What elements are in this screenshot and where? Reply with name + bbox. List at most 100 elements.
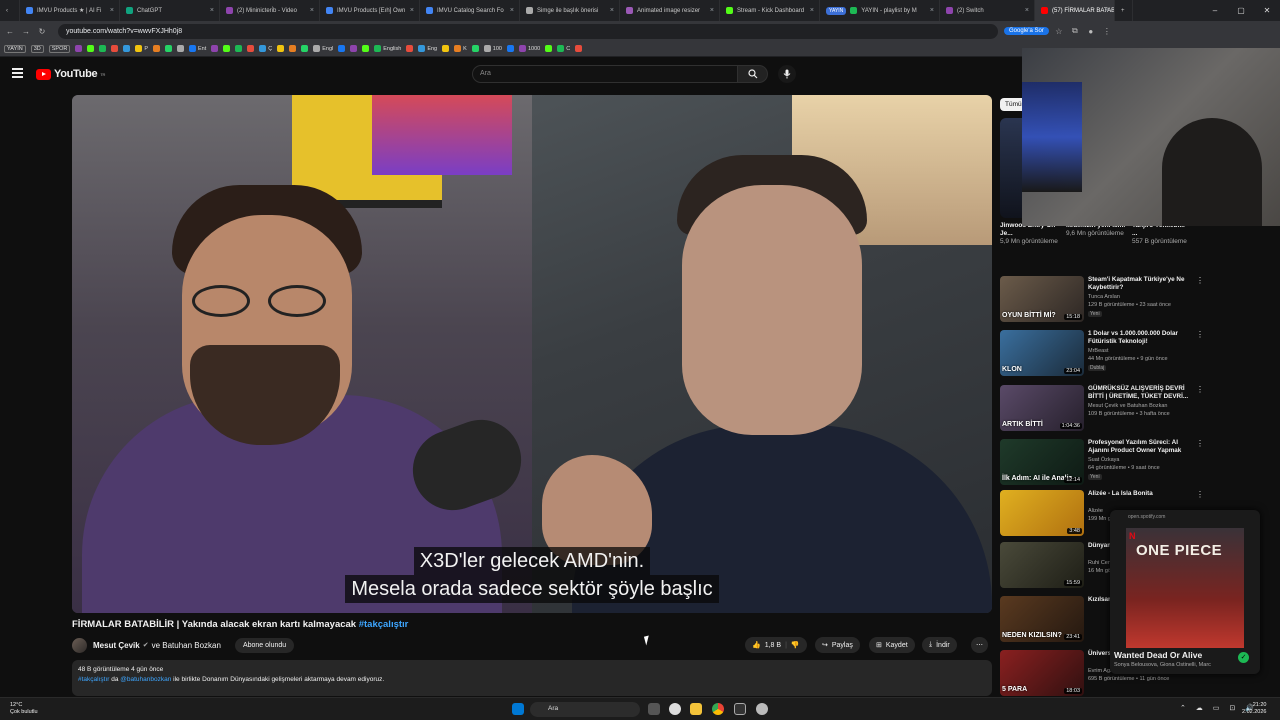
channel-collab[interactable]: ve Batuhan Bozkan xyxy=(152,641,221,650)
bookmark-icon[interactable] xyxy=(223,45,231,52)
youtube-logo[interactable]: YouTube TR xyxy=(36,68,105,80)
kebab-menu-icon[interactable]: ⋮ xyxy=(1196,490,1204,499)
maximize-icon[interactable]: ▢ xyxy=(1228,6,1254,15)
browser-tab[interactable]: (2) Mininicteri̇b - Video × xyxy=(220,0,320,21)
bookmark-icon[interactable] xyxy=(575,45,583,52)
save-button[interactable]: ⊞ Kaydet xyxy=(869,637,915,653)
channel-name[interactable]: Alizée xyxy=(1088,508,1103,514)
channel-avatar[interactable] xyxy=(72,637,87,653)
bookmark-icon[interactable]: 1000 xyxy=(518,45,540,52)
browser-tab[interactable]: ChatGPT × xyxy=(120,0,220,21)
video-thumbnail[interactable]: ARTIK BİTTİ 1:04:36 xyxy=(1000,385,1084,431)
close-window-icon[interactable]: ✕ xyxy=(1254,6,1280,15)
tab-close-icon[interactable]: × xyxy=(510,7,514,14)
channel-name[interactable]: Evrim Agı xyxy=(1088,668,1112,674)
minimize-icon[interactable]: – xyxy=(1202,6,1228,15)
app-icon[interactable] xyxy=(734,703,746,715)
back-icon[interactable]: ← xyxy=(4,27,16,36)
clock[interactable]: 21:20 2.02.2026 xyxy=(1242,702,1266,716)
channel-name[interactable]: Suat Özkaya xyxy=(1088,457,1120,463)
browser-tab[interactable]: (2) Switch × xyxy=(940,0,1035,21)
tab-group-tag[interactable]: YAYIN xyxy=(826,6,847,15)
recommended-video[interactable]: İlk Adım: AI ile Analiz 12:14 Profesyonel … xyxy=(1000,439,1210,487)
bookmark-icon[interactable] xyxy=(289,45,297,52)
more-actions-button[interactable]: ⋯ xyxy=(971,637,988,653)
bookmark-folder[interactable]: YAYIN xyxy=(4,44,26,53)
saved-check-icon[interactable]: ✓ xyxy=(1238,652,1249,663)
url-bar[interactable]: youtube.com/watch?v=wwvFXJHh0j8 xyxy=(58,23,998,39)
bookmark-icon[interactable]: English xyxy=(374,45,401,52)
bookmark-icon[interactable] xyxy=(338,45,346,52)
bookmark-icon[interactable] xyxy=(153,45,160,52)
video-title-link[interactable]: Profesyonel Yazılım Süreci: AI Ajanını P… xyxy=(1088,439,1200,455)
tab-close-icon[interactable]: × xyxy=(610,7,614,14)
video-player[interactable]: X3D'ler gelecek AMD'nin. Mesela orada sa… xyxy=(72,95,992,613)
kebab-menu-icon[interactable]: ⋮ xyxy=(1196,276,1204,285)
bookmark-icon[interactable] xyxy=(111,45,119,52)
description-box[interactable]: 48 B görüntüleme 4 gün önce #takçalıştır… xyxy=(72,660,992,696)
settings-gear-icon[interactable] xyxy=(669,703,681,715)
bookmark-icon[interactable]: C xyxy=(557,45,570,52)
video-title-link[interactable]: 1 Dolar vs 1.000.000.000 Dolar Fütüristi… xyxy=(1088,330,1200,346)
browser-tab[interactable]: (57) FİRMALAR BATAB × xyxy=(1035,0,1115,21)
spotify-mini-player[interactable]: open.spotify.com N ONE PIECE Wanted Dead… xyxy=(1110,510,1260,674)
tab-close-icon[interactable]: × xyxy=(1025,7,1029,14)
reload-icon[interactable]: ↻ xyxy=(36,27,48,36)
bookmark-icon[interactable] xyxy=(362,45,370,52)
bookmark-icon[interactable]: Eng xyxy=(418,45,437,52)
video-thumbnail[interactable]: KLON 23:04 xyxy=(1000,330,1084,376)
file-explorer-icon[interactable] xyxy=(690,703,702,715)
gear-app-icon[interactable] xyxy=(756,703,768,715)
share-button[interactable]: ↪ Paylaş xyxy=(815,637,860,653)
video-title-link[interactable]: Alizée - La Isla Bonita xyxy=(1088,490,1200,498)
bookmark-icon[interactable] xyxy=(471,45,479,52)
video-title-link[interactable]: Steam'i Kapatmak Türkiye'ye Ne Kaybettir… xyxy=(1088,276,1200,292)
download-button[interactable]: ⤓ İndir xyxy=(922,637,957,653)
google-ask-button[interactable]: Google'a Sor xyxy=(1004,27,1049,35)
bookmark-folder[interactable]: SPOR xyxy=(48,44,71,53)
new-tab-icon[interactable]: + xyxy=(1115,0,1133,21)
channel-name[interactable]: Tunca Arslan xyxy=(1088,294,1120,300)
video-thumbnail[interactable]: 15:59 xyxy=(1000,542,1084,588)
kebab-menu-icon[interactable]: ⋮ xyxy=(1196,439,1204,448)
browser-tab[interactable]: IMVU Products [Eıh] Own × xyxy=(320,0,420,21)
bookmark-icon[interactable]: Engl xyxy=(313,45,333,52)
bookmark-icon[interactable]: P xyxy=(135,45,148,52)
hamburger-menu-icon[interactable] xyxy=(12,68,23,78)
thumbs-down-icon[interactable]: 👎 xyxy=(791,641,800,649)
bookmark-icon[interactable]: Ent xyxy=(189,45,206,52)
bookmark-icon[interactable]: K xyxy=(454,45,467,52)
bookmark-icon[interactable] xyxy=(165,45,172,52)
video-thumbnail[interactable]: İlk Adım: AI ile Analiz 12:14 xyxy=(1000,439,1084,485)
windows-start-icon[interactable] xyxy=(512,703,524,715)
browser-tab[interactable]: YAYIN YAYIN - playlist by M × xyxy=(820,0,940,21)
bookmark-icon[interactable] xyxy=(211,45,219,52)
video-thumbnail[interactable]: 3:48 xyxy=(1000,490,1084,536)
bookmark-icon[interactable] xyxy=(545,45,553,52)
weather-widget[interactable]: 12°C Çok bulutlu xyxy=(10,702,38,716)
tab-back-arrow[interactable]: ‹ xyxy=(0,0,20,21)
kebab-menu-icon[interactable]: ⋮ xyxy=(1196,385,1204,394)
bookmark-folder[interactable]: 3D xyxy=(30,44,44,53)
bookmark-icon[interactable] xyxy=(406,45,414,52)
bookmark-icon[interactable] xyxy=(123,45,131,52)
star-icon[interactable]: ☆ xyxy=(1053,27,1065,36)
bookmark-icon[interactable] xyxy=(350,45,358,52)
bookmark-icon[interactable] xyxy=(301,45,309,52)
bookmark-icon[interactable] xyxy=(177,45,184,52)
bookmark-icon[interactable]: Ç xyxy=(259,45,272,52)
channel-name[interactable]: MrBeast xyxy=(1088,348,1108,354)
tab-close-icon[interactable]: × xyxy=(710,7,714,14)
search-input[interactable]: Ara xyxy=(472,65,738,83)
recommended-video[interactable]: KLON 23:04 1 Dolar vs 1.000.000.000 Dolar … xyxy=(1000,330,1210,378)
extensions-icon[interactable]: ⧉ xyxy=(1069,26,1081,36)
tab-close-icon[interactable]: × xyxy=(1105,7,1109,14)
bookmark-icon[interactable] xyxy=(75,45,83,52)
forward-icon[interactable]: → xyxy=(20,27,32,36)
like-button[interactable]: 👍 1,8 B | 👎 xyxy=(745,637,807,653)
bookmark-icon[interactable] xyxy=(277,45,285,52)
channel-name[interactable]: Mesut Çevik xyxy=(93,641,140,650)
browser-tab[interactable]: Simge ile başlık önerisi × xyxy=(520,0,620,21)
recommended-video[interactable]: ARTIK BİTTİ 1:04:36 GÜMRÜKSÜZ ALIŞVERİŞ DE… xyxy=(1000,385,1210,433)
browser-tab[interactable]: Animated image resizer × xyxy=(620,0,720,21)
